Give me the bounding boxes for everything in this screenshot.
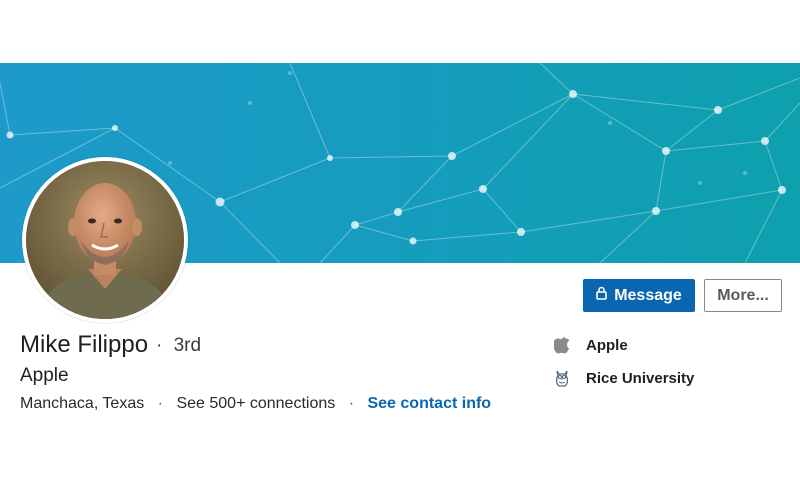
apple-logo-icon: [552, 334, 572, 356]
degree-label: 3rd: [173, 335, 202, 356]
location-text: Manchaca, Texas: [20, 395, 145, 412]
message-button-label: Message: [614, 286, 682, 304]
owl-icon: [552, 367, 572, 389]
sidebar-item-label: Apple: [586, 336, 628, 354]
profile-avatar[interactable]: [22, 157, 188, 323]
sidebar-item-label: Rice University: [586, 369, 695, 387]
degree-separator: ·: [156, 335, 163, 356]
meta-separator: ·: [348, 395, 355, 412]
connection-degree: · 3rd: [156, 335, 201, 357]
more-button-label: More...: [717, 286, 769, 304]
profile-headline: Apple: [20, 365, 69, 386]
profile-meta: Manchaca, Texas · See 500+ connections ·…: [20, 395, 491, 413]
profile-name: Mike Filippo: [20, 331, 149, 358]
more-button[interactable]: More...: [704, 279, 782, 312]
sidebar-item-rice-university[interactable]: Rice University: [552, 367, 694, 389]
connections-link[interactable]: See 500+ connections: [176, 395, 335, 412]
contact-info-link[interactable]: See contact info: [367, 395, 491, 412]
message-button[interactable]: Message: [583, 279, 695, 312]
sidebar-item-apple[interactable]: Apple: [552, 334, 628, 356]
meta-separator: ·: [157, 395, 163, 412]
lock-icon: [596, 286, 608, 305]
profile-photo: [26, 161, 184, 319]
